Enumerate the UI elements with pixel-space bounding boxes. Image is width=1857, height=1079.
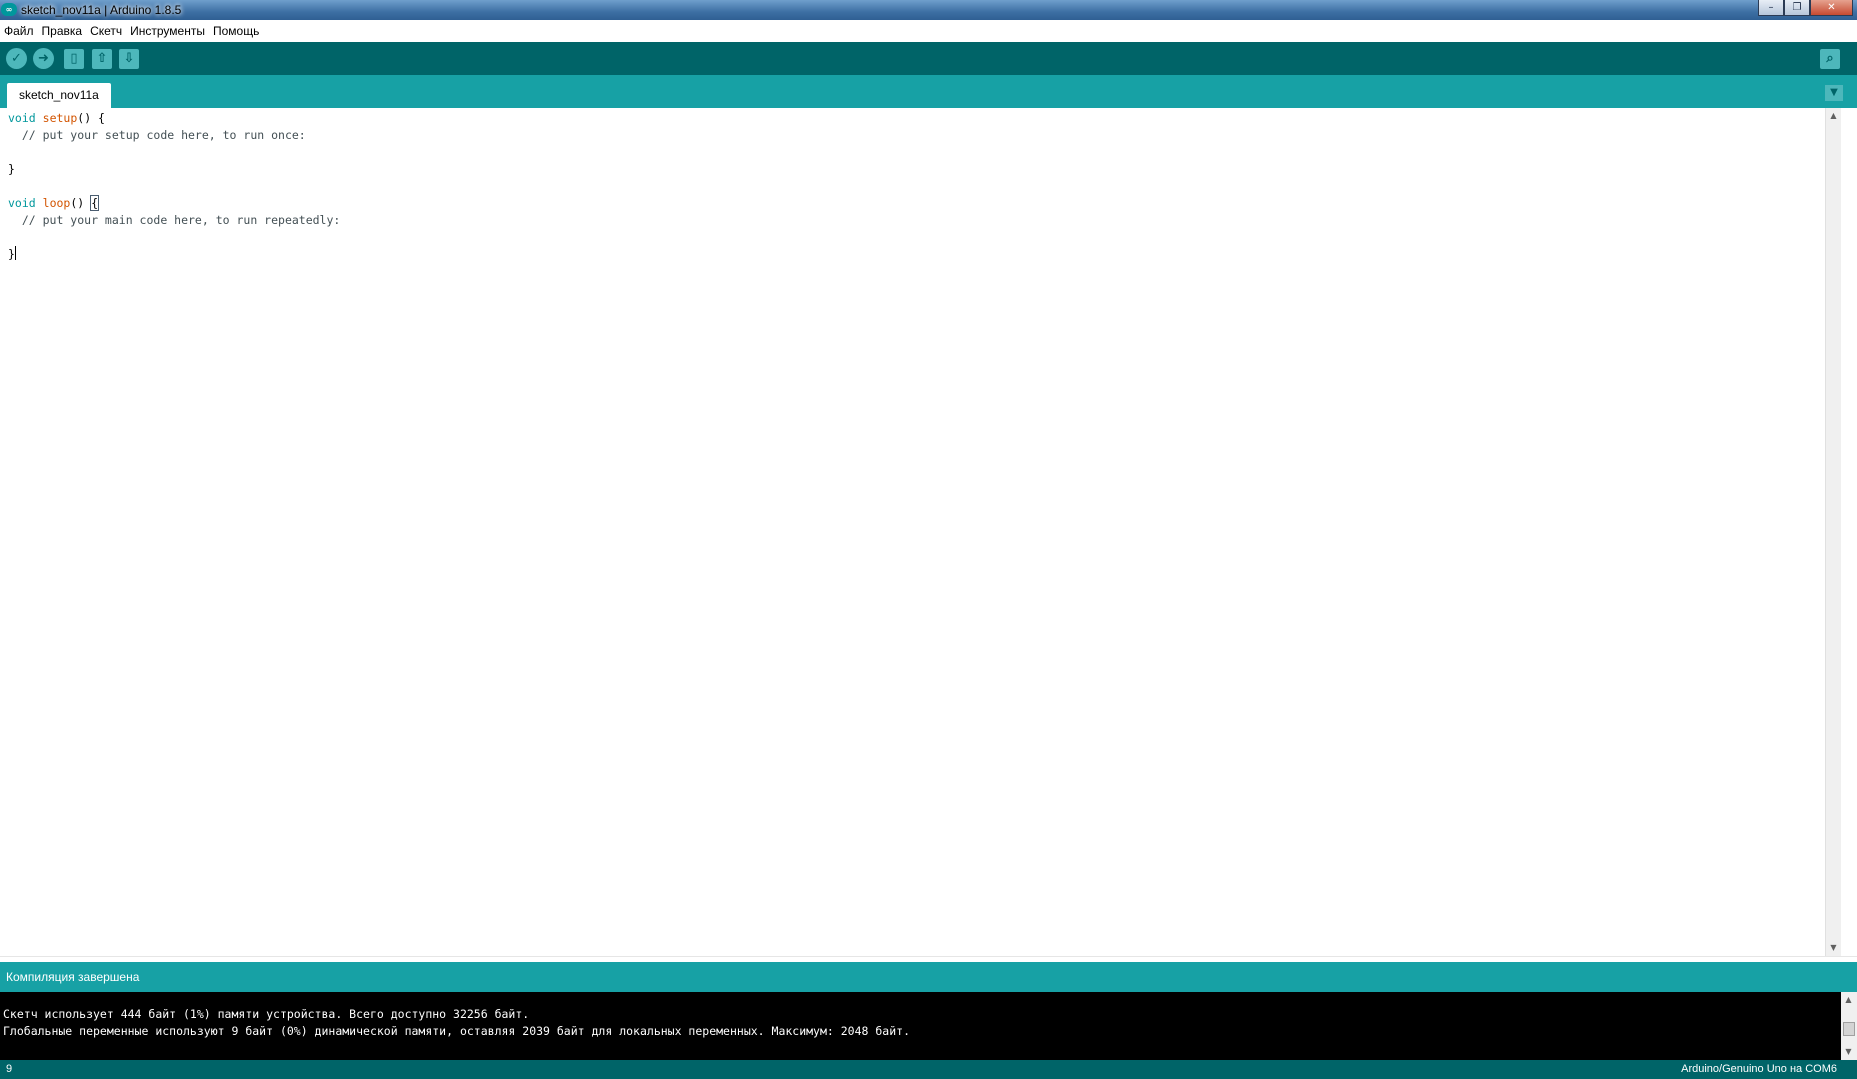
title-bar: ∞ sketch_nov11a | Arduino 1.8.5 – ❐ ✕ [0, 0, 1857, 20]
tab-bar: sketch_nov11a ▼ [0, 75, 1857, 108]
console-text: Скетч использует 444 байт (1%) памяти ус… [3, 1006, 910, 1040]
tab-menu-button[interactable]: ▼ [1825, 85, 1843, 101]
chevron-down-icon: ▼ [1830, 87, 1838, 98]
console-scroll-up-icon[interactable]: ▲ [1841, 992, 1856, 1008]
cursor-line-number: 9 [6, 1063, 13, 1075]
maximize-button[interactable]: ❐ [1784, 0, 1810, 16]
upload-icon: ➜ [38, 51, 49, 66]
serial-monitor-icon: ⌕ [1826, 51, 1834, 66]
code-line-6: void loop() { [8, 195, 100, 211]
board-port-label: Arduino/Genuino Uno на COM6 [1681, 1063, 1837, 1075]
menu-bar: Файл Правка Скетч Инструменты Помощь [0, 20, 1857, 43]
code-line-9: } [8, 246, 16, 261]
status-bar: Компиляция завершена [0, 962, 1857, 992]
tab-sketch[interactable]: sketch_nov11a [7, 83, 111, 108]
close-button[interactable]: ✕ [1810, 0, 1853, 16]
verify-icon: ✓ [11, 51, 22, 66]
save-button[interactable]: ⇩ [119, 49, 139, 69]
code-line-2: // put your setup code here, to run once… [8, 128, 306, 142]
scroll-up-icon[interactable]: ▲ [1826, 108, 1841, 124]
save-icon: ⇩ [123, 51, 135, 66]
new-sketch-button[interactable]: ▯ [64, 49, 84, 69]
code-line-7: // put your main code here, to run repea… [8, 213, 341, 227]
menu-file[interactable]: Файл [0, 20, 38, 42]
text-caret [14, 246, 16, 260]
console-scroll-thumb[interactable] [1843, 1022, 1855, 1036]
console-output[interactable]: Скетч использует 444 байт (1%) памяти ус… [0, 992, 1857, 1060]
console-line-2: Глобальные переменные используют 9 байт … [3, 1024, 910, 1038]
console-scrollbar[interactable]: ▲ ▼ [1841, 992, 1857, 1060]
open-button[interactable]: ⇧ [92, 49, 112, 69]
console-line-1: Скетч использует 444 байт (1%) памяти ус… [3, 1007, 530, 1021]
scroll-down-icon[interactable]: ▼ [1826, 940, 1841, 956]
toolbar: ✓ ➜ ▯ ⇧ ⇩ ⌕ [0, 42, 1857, 75]
menu-sketch[interactable]: Скетч [86, 20, 126, 42]
serial-monitor-button[interactable]: ⌕ [1820, 49, 1840, 69]
footer-bar: 9 Arduino/Genuino Uno на COM6 [0, 1060, 1857, 1079]
code-line-1: void setup() { [8, 111, 105, 125]
arduino-logo-icon: ∞ [1, 3, 17, 16]
new-icon: ▯ [70, 51, 78, 66]
open-icon: ⇧ [96, 51, 108, 66]
window-title: sketch_nov11a | Arduino 1.8.5 [21, 3, 182, 17]
verify-button[interactable]: ✓ [6, 48, 27, 69]
editor-scrollbar[interactable]: ▲ ▼ [1825, 108, 1841, 956]
code-editor[interactable]: void setup() { // put your setup code he… [0, 108, 1841, 956]
menu-help[interactable]: Помощь [209, 20, 263, 42]
code-text: void setup() { // put your setup code he… [8, 110, 340, 263]
window-controls: – ❐ ✕ [1758, 0, 1853, 18]
minimize-button[interactable]: – [1758, 0, 1784, 16]
status-message: Компиляция завершена [6, 970, 140, 984]
console-scroll-down-icon[interactable]: ▼ [1841, 1044, 1856, 1060]
upload-button[interactable]: ➜ [33, 48, 54, 69]
menu-edit[interactable]: Правка [38, 20, 87, 42]
code-line-4: } [8, 162, 15, 176]
menu-tools[interactable]: Инструменты [126, 20, 209, 42]
